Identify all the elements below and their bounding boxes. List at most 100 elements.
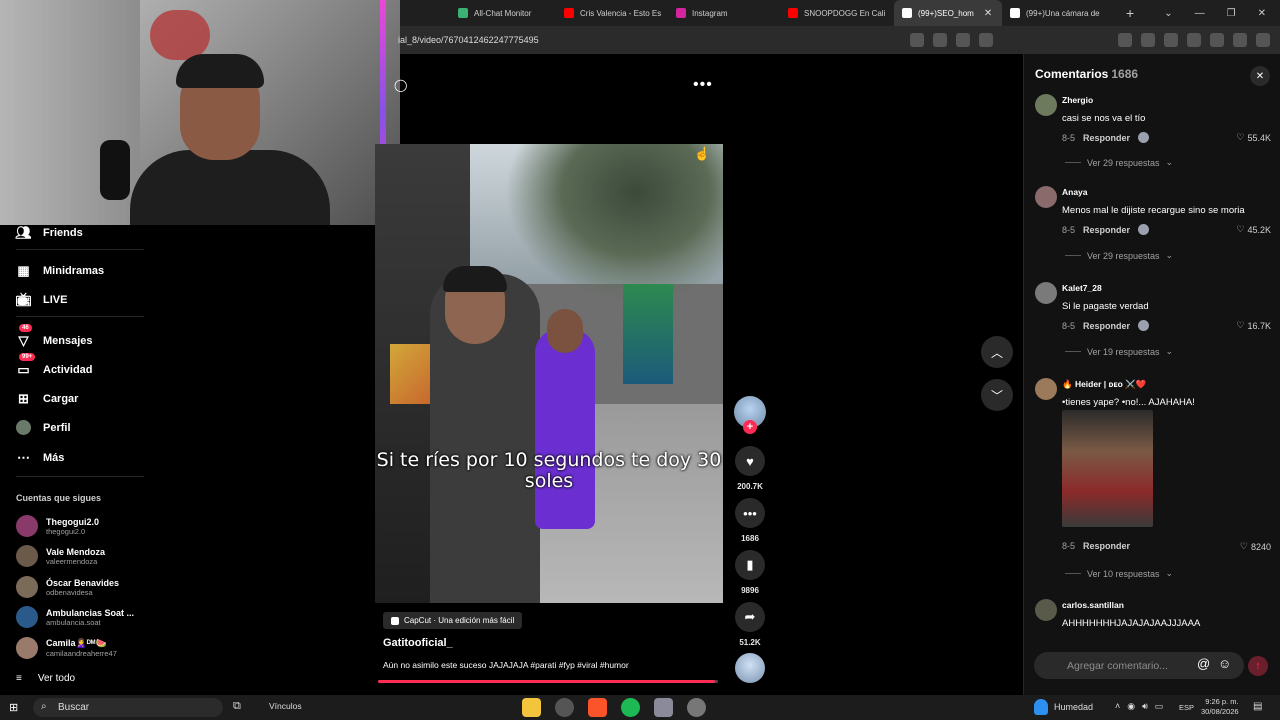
browser-tab-active[interactable]: (99+)SEO_hom ✕ (894, 0, 1002, 26)
sidebar-item-friends[interactable]: 👥︎ Friends (15, 225, 82, 240)
video-progress-bar[interactable] (378, 680, 718, 683)
emoji-icon[interactable]: ☺ (1218, 656, 1231, 671)
close-video-icon[interactable]: ◯ (394, 78, 407, 92)
sidebar-item-more[interactable]: ⋯ Más (16, 450, 64, 465)
browser-tab[interactable]: Instagram (676, 0, 788, 26)
sidebar-item-activity[interactable]: ▭ 99+ Actividad (16, 353, 93, 377)
reply-button[interactable]: Responder (1083, 541, 1130, 551)
address-bar[interactable]: ial_8/video/7670412462247775495 (398, 26, 1280, 54)
comment-like-button[interactable]: ♡ 8240 (1240, 541, 1271, 552)
avatar[interactable] (1035, 282, 1057, 304)
following-account[interactable]: Ambulancias Soat ... ambulancia.soat (16, 606, 134, 628)
open-in-app-icon[interactable] (933, 33, 947, 47)
avatar[interactable] (1035, 599, 1057, 621)
chevron-up-icon[interactable]: ˄ (1115, 701, 1120, 712)
following-account[interactable]: Óscar Benavides odbenavidesa (16, 576, 119, 598)
display-icon[interactable]: ▭ (1155, 701, 1164, 712)
translate-icon[interactable] (910, 33, 924, 47)
links-toolbar[interactable]: Vínculos (269, 701, 302, 711)
browser-tab[interactable]: SNOOPDOGG En Cali (788, 0, 894, 26)
reply-button[interactable]: Responder (1083, 225, 1130, 235)
following-account[interactable]: Camila🙎‍♀️ᴰᴹ🍉 camilaandreaherre47 (16, 637, 117, 659)
vpn-icon[interactable] (1210, 33, 1224, 47)
comment-username[interactable]: 🔥 Heider | ᴅᴇᴏ ⚔️❤️ (1062, 379, 1146, 390)
comment-username[interactable]: carlos.santillan (1062, 600, 1124, 610)
previous-video-button[interactable]: ︿ (981, 336, 1013, 368)
tab-close-icon[interactable]: ✕ (984, 8, 992, 19)
language-indicator[interactable]: ESP (1179, 703, 1194, 712)
comment-image[interactable] (1062, 410, 1153, 527)
next-video-button[interactable]: ﹀ (981, 379, 1013, 411)
avatar[interactable] (1035, 186, 1057, 208)
music-disc-avatar[interactable] (735, 653, 765, 683)
send-comment-button[interactable]: ↑ (1248, 656, 1268, 676)
settings-gear-icon[interactable] (687, 698, 706, 717)
browser-tab[interactable]: All-Chat Monitor (400, 0, 564, 26)
view-replies-button[interactable]: Ver 19 respuestas ⌄ (1065, 346, 1173, 357)
obs-icon[interactable] (555, 698, 574, 717)
comment-like-button[interactable]: ♡ 55.4K (1236, 132, 1271, 143)
following-account[interactable]: Vale Mendoza valeermendoza (16, 545, 105, 567)
view-replies-button[interactable]: Ver 29 respuestas ⌄ (1065, 157, 1173, 168)
brave-shields-icon[interactable] (956, 33, 970, 47)
comment-like-button[interactable]: ♡ 45.2K (1236, 224, 1271, 235)
comment-input[interactable]: Agregar comentario... (1034, 652, 1244, 679)
video-author[interactable]: Gatitooficial_ (383, 637, 453, 649)
spotify-icon[interactable] (621, 698, 640, 717)
clock[interactable]: 9:26 p. m. 30/08/2026 (1201, 697, 1239, 717)
menu-icon[interactable] (1256, 33, 1270, 47)
mention-icon[interactable]: @ (1197, 656, 1210, 671)
avatar[interactable] (1035, 94, 1057, 116)
follow-plus-icon[interactable]: + (743, 420, 757, 434)
view-replies-button[interactable]: Ver 10 respuestas ⌄ (1065, 568, 1173, 579)
network-icon[interactable]: ◉ (1127, 701, 1135, 712)
close-window-button[interactable]: ✕ (1258, 8, 1266, 19)
extensions-icon[interactable] (1118, 33, 1132, 47)
sidebar-item-messages[interactable]: ▽ 46 Mensajes (16, 324, 93, 348)
windows-start-icon[interactable]: ⊞ (9, 701, 18, 714)
sidebar-icon[interactable] (1164, 33, 1178, 47)
brave-browser-icon[interactable] (588, 698, 607, 717)
browser-tab[interactable]: (99+)Una cámara de (1002, 0, 1112, 26)
weather-widget[interactable]: Humedad (1034, 699, 1093, 715)
bookmark-icon[interactable]: ▮ (735, 550, 765, 580)
comment-bubble-icon[interactable]: ••• (735, 498, 765, 528)
task-view-icon[interactable]: ⧉ (233, 700, 241, 713)
file-explorer-icon[interactable] (522, 698, 541, 717)
reply-button[interactable]: Responder (1083, 133, 1130, 143)
notifications-icon[interactable]: ▤ (1253, 701, 1262, 712)
view-replies-button[interactable]: Ver 29 respuestas ⌄ (1065, 250, 1173, 261)
following-account[interactable]: Thegogui2.0 thegogui2.0 (16, 515, 99, 537)
capcut-badge[interactable]: CapCut · Una edición más fácil (383, 612, 523, 629)
comment-username[interactable]: Zhergio (1062, 95, 1093, 105)
like-heart-icon[interactable]: ♥ (735, 446, 765, 476)
comment-like-button[interactable]: ♡ 16.7K (1236, 320, 1271, 331)
sidebar-item-live[interactable]: 📺︎ LIVE (15, 292, 67, 307)
sidebar-item-profile[interactable]: Perfil (16, 420, 71, 435)
reply-button[interactable]: Responder (1083, 321, 1130, 331)
restore-button[interactable]: ❐ (1227, 8, 1236, 19)
sidebar-item-minidramas[interactable]: ▦ Minidramas (16, 263, 104, 278)
tiktok-icon (902, 8, 912, 18)
tab-search-icon[interactable]: ⌄ (1164, 8, 1172, 19)
media-icon[interactable] (1141, 33, 1155, 47)
wallet-icon[interactable] (1187, 33, 1201, 47)
brave-leo-icon[interactable] (1233, 33, 1247, 47)
close-comments-button[interactable]: ✕ (1250, 66, 1270, 86)
more-options-button[interactable]: ••• (693, 76, 713, 94)
avatar[interactable] (1035, 378, 1057, 400)
browser-tab[interactable]: Cris Valencia - Esto Es (564, 0, 676, 26)
share-arrow-icon[interactable]: ➦ (735, 602, 765, 632)
new-tab-button[interactable]: + (1126, 5, 1134, 21)
brave-rewards-icon[interactable] (979, 33, 993, 47)
sidebar-item-upload[interactable]: ⊞ Cargar (16, 391, 78, 406)
comment-username[interactable]: Anaya (1062, 187, 1088, 197)
taskbar-search[interactable]: ⌕ Buscar (33, 698, 223, 717)
url-text[interactable]: ial_8/video/7670412462247775495 (398, 35, 539, 45)
minimize-button[interactable]: — (1195, 8, 1205, 19)
app-icon[interactable] (654, 698, 673, 717)
see-all-button[interactable]: ≡ Ver todo (16, 673, 75, 684)
video-player[interactable]: Si te ríes por 10 segundos te doy 30 sol… (375, 144, 723, 603)
comment-username[interactable]: Kalet7_28 (1062, 283, 1102, 293)
volume-icon[interactable]: 🔊︎ (1142, 701, 1148, 712)
